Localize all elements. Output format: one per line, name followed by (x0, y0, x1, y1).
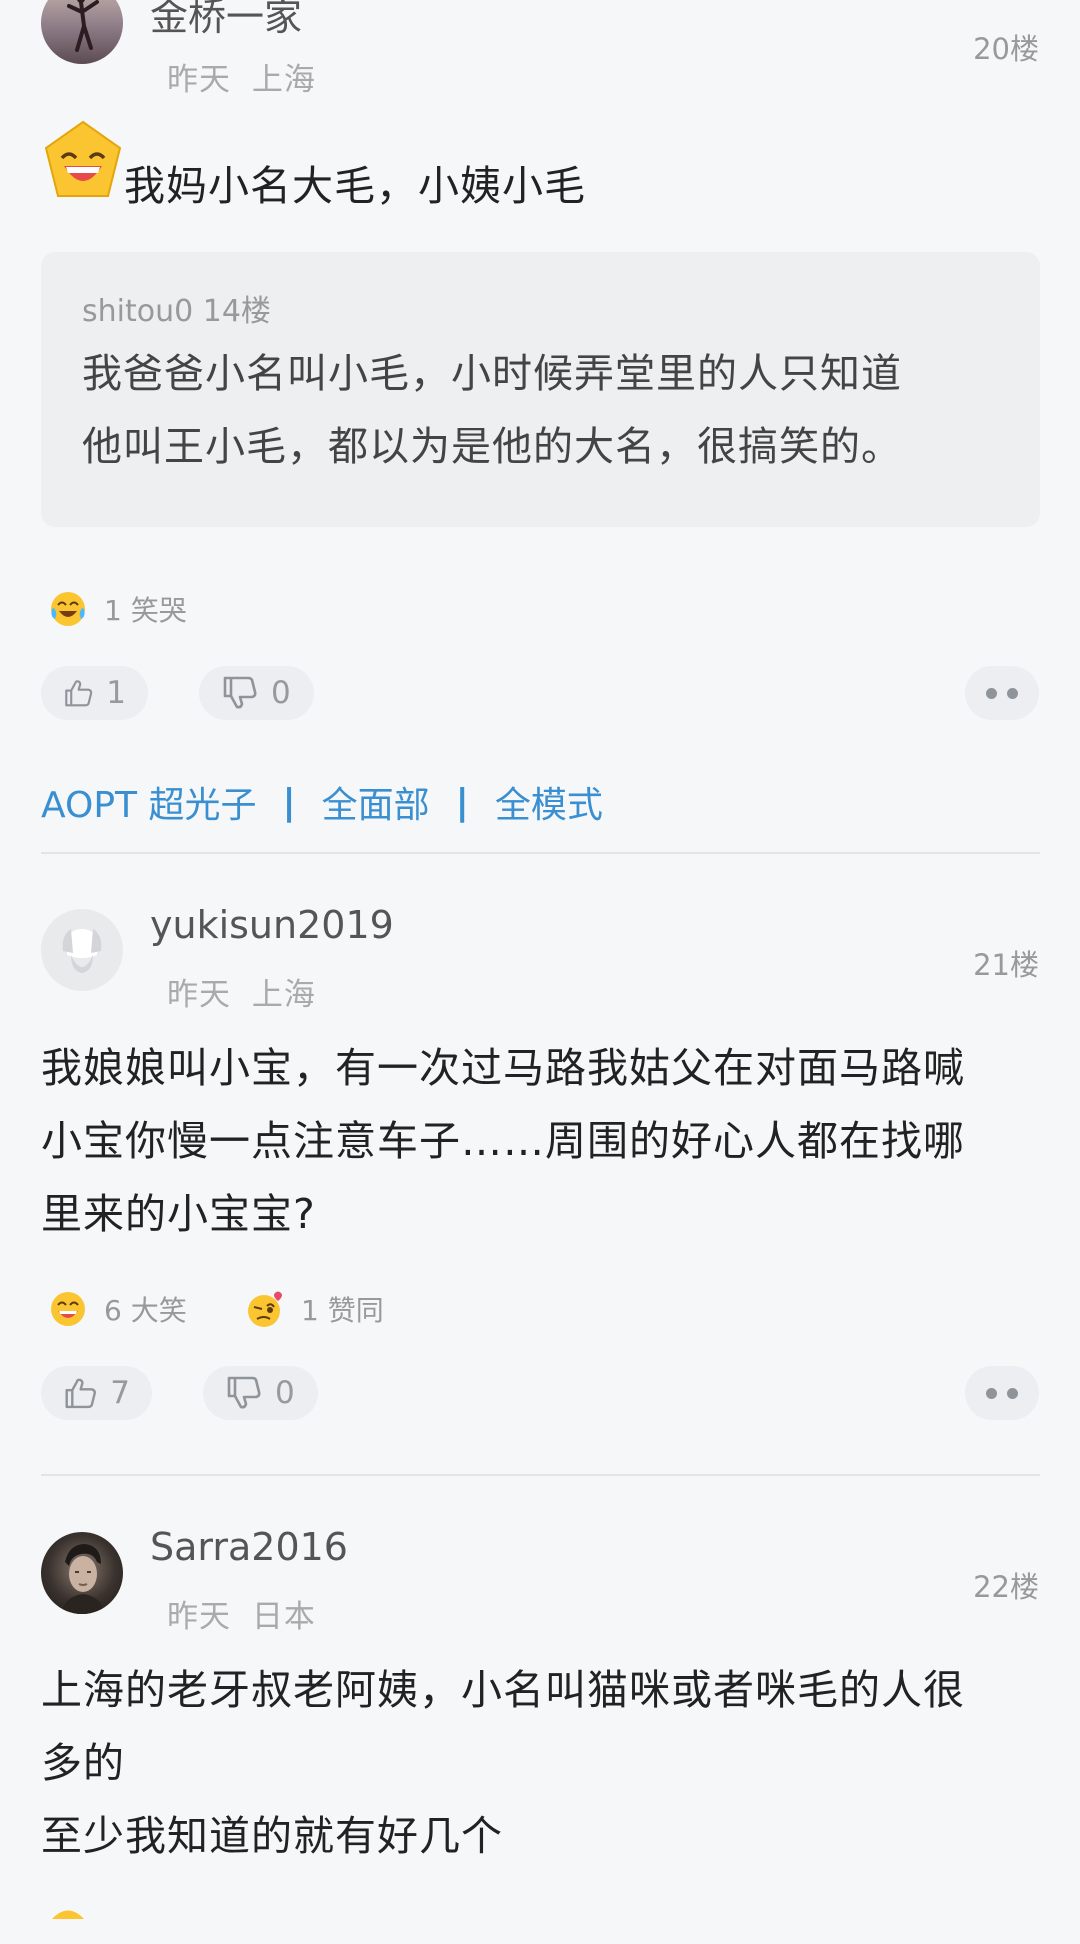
comment-content-line: 至少我知道的就有好几个 (41, 1812, 503, 1860)
like-button[interactable]: 1 (41, 666, 148, 720)
comment-content-line: 我娘娘叫小宝，有一次过马路我姑父在对面马路喊 (41, 1044, 965, 1092)
dislike-count: 0 (275, 1375, 295, 1411)
quoted-reply[interactable]: shitou0 14楼 我爸爸小名叫小毛，小时候弄堂里的人只知道 他叫王小毛，都… (41, 252, 1040, 527)
like-button[interactable]: 7 (41, 1366, 152, 1420)
thumbs-up-icon (65, 1378, 96, 1409)
comment-username[interactable]: Sarra2016 (150, 1525, 348, 1569)
laugh-cry-emoji-icon (51, 592, 85, 626)
comment-time: 昨天 (167, 1599, 231, 1635)
comment-content-line: 多的 (41, 1739, 125, 1787)
comment-content-line: 里来的小宝宝? (41, 1190, 316, 1238)
reaction-badge[interactable]: 1 笑哭 (48, 589, 187, 629)
comment-meta: 昨天 日本 (167, 1591, 316, 1636)
comment-location: 上海 (251, 977, 316, 1013)
quoted-text-line: 他叫王小毛，都以为是他的大名，很搞笑的。 (82, 424, 902, 470)
floor-number: 22楼 (973, 1570, 1039, 1604)
dancer-silhouette-icon (67, 0, 99, 52)
comment-meta: 昨天 上海 (167, 54, 316, 99)
avatar[interactable] (41, 0, 123, 64)
comment-meta: 昨天 上海 (167, 969, 316, 1014)
dot-icon (1007, 1387, 1018, 1399)
link-full-mode[interactable]: 全模式 (495, 776, 603, 828)
comment-content-line: 小宝你慢一点注意车子……周围的好心人都在找哪 (41, 1117, 965, 1165)
quoted-user[interactable]: shitou0 14楼 (82, 286, 271, 330)
like-count: 1 (106, 675, 126, 711)
comment-location: 上海 (251, 62, 316, 98)
comment-content-line: 上海的老牙叔老阿姨，小名叫猫咪或者咪毛的人很 (41, 1666, 965, 1714)
comment-content: 我妈小名大毛，小姨小毛 (124, 162, 586, 210)
reaction-badge[interactable]: 6 大笑 (48, 1289, 187, 1329)
reaction-label: 1 笑哭 (104, 594, 187, 627)
reaction-label: 1 赞同 (301, 1294, 384, 1327)
comment-time: 昨天 (167, 62, 231, 98)
divider (41, 852, 1040, 854)
comment-location: 日本 (251, 1599, 316, 1635)
dislike-button[interactable]: 0 (203, 1366, 318, 1420)
like-count: 7 (110, 1375, 130, 1411)
dot-icon (1007, 687, 1018, 699)
dot-icon (986, 687, 997, 699)
avatar[interactable] (41, 909, 123, 991)
dislike-count: 0 (271, 675, 291, 711)
grin-emoji-icon (42, 120, 124, 202)
grin-emoji-icon (51, 1292, 85, 1326)
thumbs-down-icon (227, 1376, 261, 1409)
default-avatar-icon (62, 929, 102, 973)
divider (41, 1474, 1040, 1476)
partial-reaction-emoji-icon (48, 1904, 88, 1944)
more-options-button[interactable] (965, 1366, 1039, 1420)
device-links: AOPT 超光子 | 全面部 | 全模式 (41, 776, 603, 828)
avatar[interactable] (41, 1532, 123, 1614)
heart-wink-emoji-icon (248, 1291, 282, 1327)
portrait-photo-icon (61, 1544, 105, 1614)
link-separator: | (282, 781, 296, 823)
link-aopt[interactable]: AOPT 超光子 (41, 776, 256, 828)
comment-username[interactable]: yukisun2019 (150, 903, 394, 947)
floor-number: 21楼 (973, 948, 1039, 982)
thumbs-up-icon (65, 680, 93, 707)
reaction-badge[interactable]: 1 赞同 (245, 1289, 384, 1329)
thumbs-down-icon (223, 676, 257, 709)
comment-time: 昨天 (167, 977, 231, 1013)
dot-icon (986, 1387, 997, 1399)
link-full-face[interactable]: 全面部 (322, 776, 430, 828)
link-separator: | (455, 781, 469, 823)
quoted-text-line: 我爸爸小名叫小毛，小时候弄堂里的人只知道 (82, 351, 902, 397)
dislike-button[interactable]: 0 (199, 666, 314, 720)
floor-number: 20楼 (973, 32, 1039, 66)
more-options-button[interactable] (965, 666, 1039, 720)
reaction-label: 6 大笑 (104, 1294, 187, 1327)
comment-username[interactable]: 金桥一家 (150, 0, 302, 41)
